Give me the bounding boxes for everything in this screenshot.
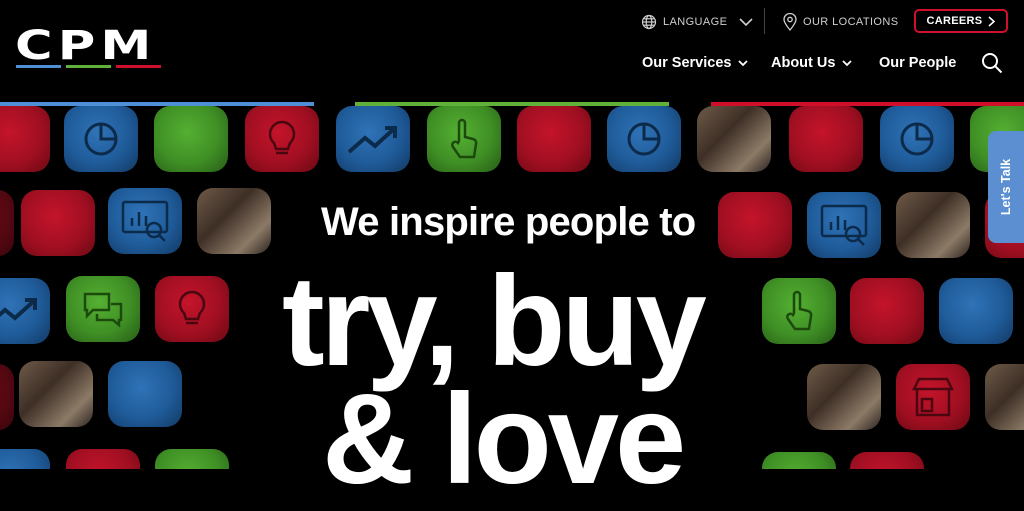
hero-tile <box>64 106 138 172</box>
chevron-right-icon <box>988 15 996 27</box>
lets-talk-tab[interactable]: Let's Talk <box>988 131 1024 243</box>
chevron-down-icon <box>738 59 749 66</box>
hero-tile <box>66 449 140 469</box>
trend-up-icon <box>0 298 37 321</box>
chart-icon <box>627 122 661 156</box>
search-button[interactable] <box>981 52 1003 79</box>
hero-tile <box>0 106 50 172</box>
our-locations-label: OUR LOCATIONS <box>803 16 899 28</box>
hero-tile <box>66 276 140 342</box>
hero-tile <box>789 106 863 172</box>
hero-tile <box>155 449 229 469</box>
nav-our-services[interactable]: Our Services <box>642 52 749 74</box>
hero-tile <box>155 276 229 342</box>
hero-tile <box>807 192 881 258</box>
lightbulb-icon <box>178 290 206 325</box>
hero-tile <box>0 190 14 256</box>
language-label: LANGUAGE <box>663 16 728 28</box>
hero-tile <box>427 106 501 172</box>
hero-tile <box>0 449 50 469</box>
logo-wordmark: CPM <box>15 23 157 69</box>
hero-tile <box>850 452 924 469</box>
our-locations-link[interactable]: OUR LOCATIONS <box>783 10 898 34</box>
chat-bubbles-icon <box>83 292 123 328</box>
logo-bar-blue <box>16 65 61 68</box>
logo-color-bars <box>16 65 161 68</box>
hero-tile <box>896 364 970 430</box>
cpm-logo[interactable]: CPM <box>15 26 161 70</box>
nav-our-people[interactable]: Our People <box>879 52 956 74</box>
hero-tile <box>245 106 319 172</box>
hero-tile <box>762 278 836 344</box>
hero-headline-secondary: & love <box>322 368 686 511</box>
language-selector[interactable]: LANGUAGE <box>641 10 759 34</box>
analytics-monitor-icon <box>121 200 169 242</box>
lightbulb-icon <box>268 120 296 155</box>
globe-icon <box>641 14 657 30</box>
hero-tile <box>607 106 681 172</box>
hero-tile <box>762 452 836 469</box>
hero-headline-intro: We inspire people to <box>321 200 696 244</box>
logo-bar-green <box>66 65 111 68</box>
chevron-down-icon <box>842 59 853 66</box>
storefront-icon <box>911 377 955 417</box>
hero-photo-tile <box>985 364 1024 430</box>
hero-tile <box>718 192 792 258</box>
chevron-down-icon <box>739 17 753 26</box>
hero-tile <box>880 106 954 172</box>
hero-tile <box>108 361 182 427</box>
location-pin-icon <box>783 13 797 31</box>
search-icon <box>982 53 1003 74</box>
nav-about-us-label: About Us <box>771 55 836 71</box>
hero-tile <box>108 188 182 254</box>
hero-headline-main: try, buy <box>282 250 707 393</box>
hero-tile <box>154 106 228 172</box>
careers-label: CAREERS <box>926 15 983 27</box>
lets-talk-label: Let's Talk <box>999 158 1014 216</box>
site-header: CPM LANGUAGE OUR LOCATIONS CAREERS Our S… <box>0 0 1024 104</box>
chart-icon <box>84 122 118 156</box>
nav-our-services-label: Our Services <box>642 55 732 71</box>
careers-button[interactable]: CAREERS <box>914 9 1008 33</box>
hero-photo-tile <box>197 188 271 254</box>
hero-tile <box>21 190 95 256</box>
hero-photo-tile <box>19 361 93 427</box>
hero-tile <box>0 364 14 430</box>
pointer-hand-icon <box>451 118 478 159</box>
hero-tile <box>939 278 1013 344</box>
utility-divider <box>764 8 765 34</box>
hero-photo-tile <box>807 364 881 430</box>
trend-up-icon <box>347 126 397 154</box>
hero-tile <box>336 106 410 172</box>
hero-tile <box>0 278 50 344</box>
analytics-monitor-icon <box>820 204 868 246</box>
chart-icon <box>900 122 934 156</box>
nav-about-us[interactable]: About Us <box>771 52 853 74</box>
nav-our-people-label: Our People <box>879 55 957 71</box>
hero-photo-tile <box>697 106 771 172</box>
hero-tile <box>517 106 591 172</box>
hero-tile <box>850 278 924 344</box>
hero-photo-tile <box>896 192 970 258</box>
pointer-hand-icon <box>786 290 813 331</box>
logo-bar-red <box>116 65 161 68</box>
